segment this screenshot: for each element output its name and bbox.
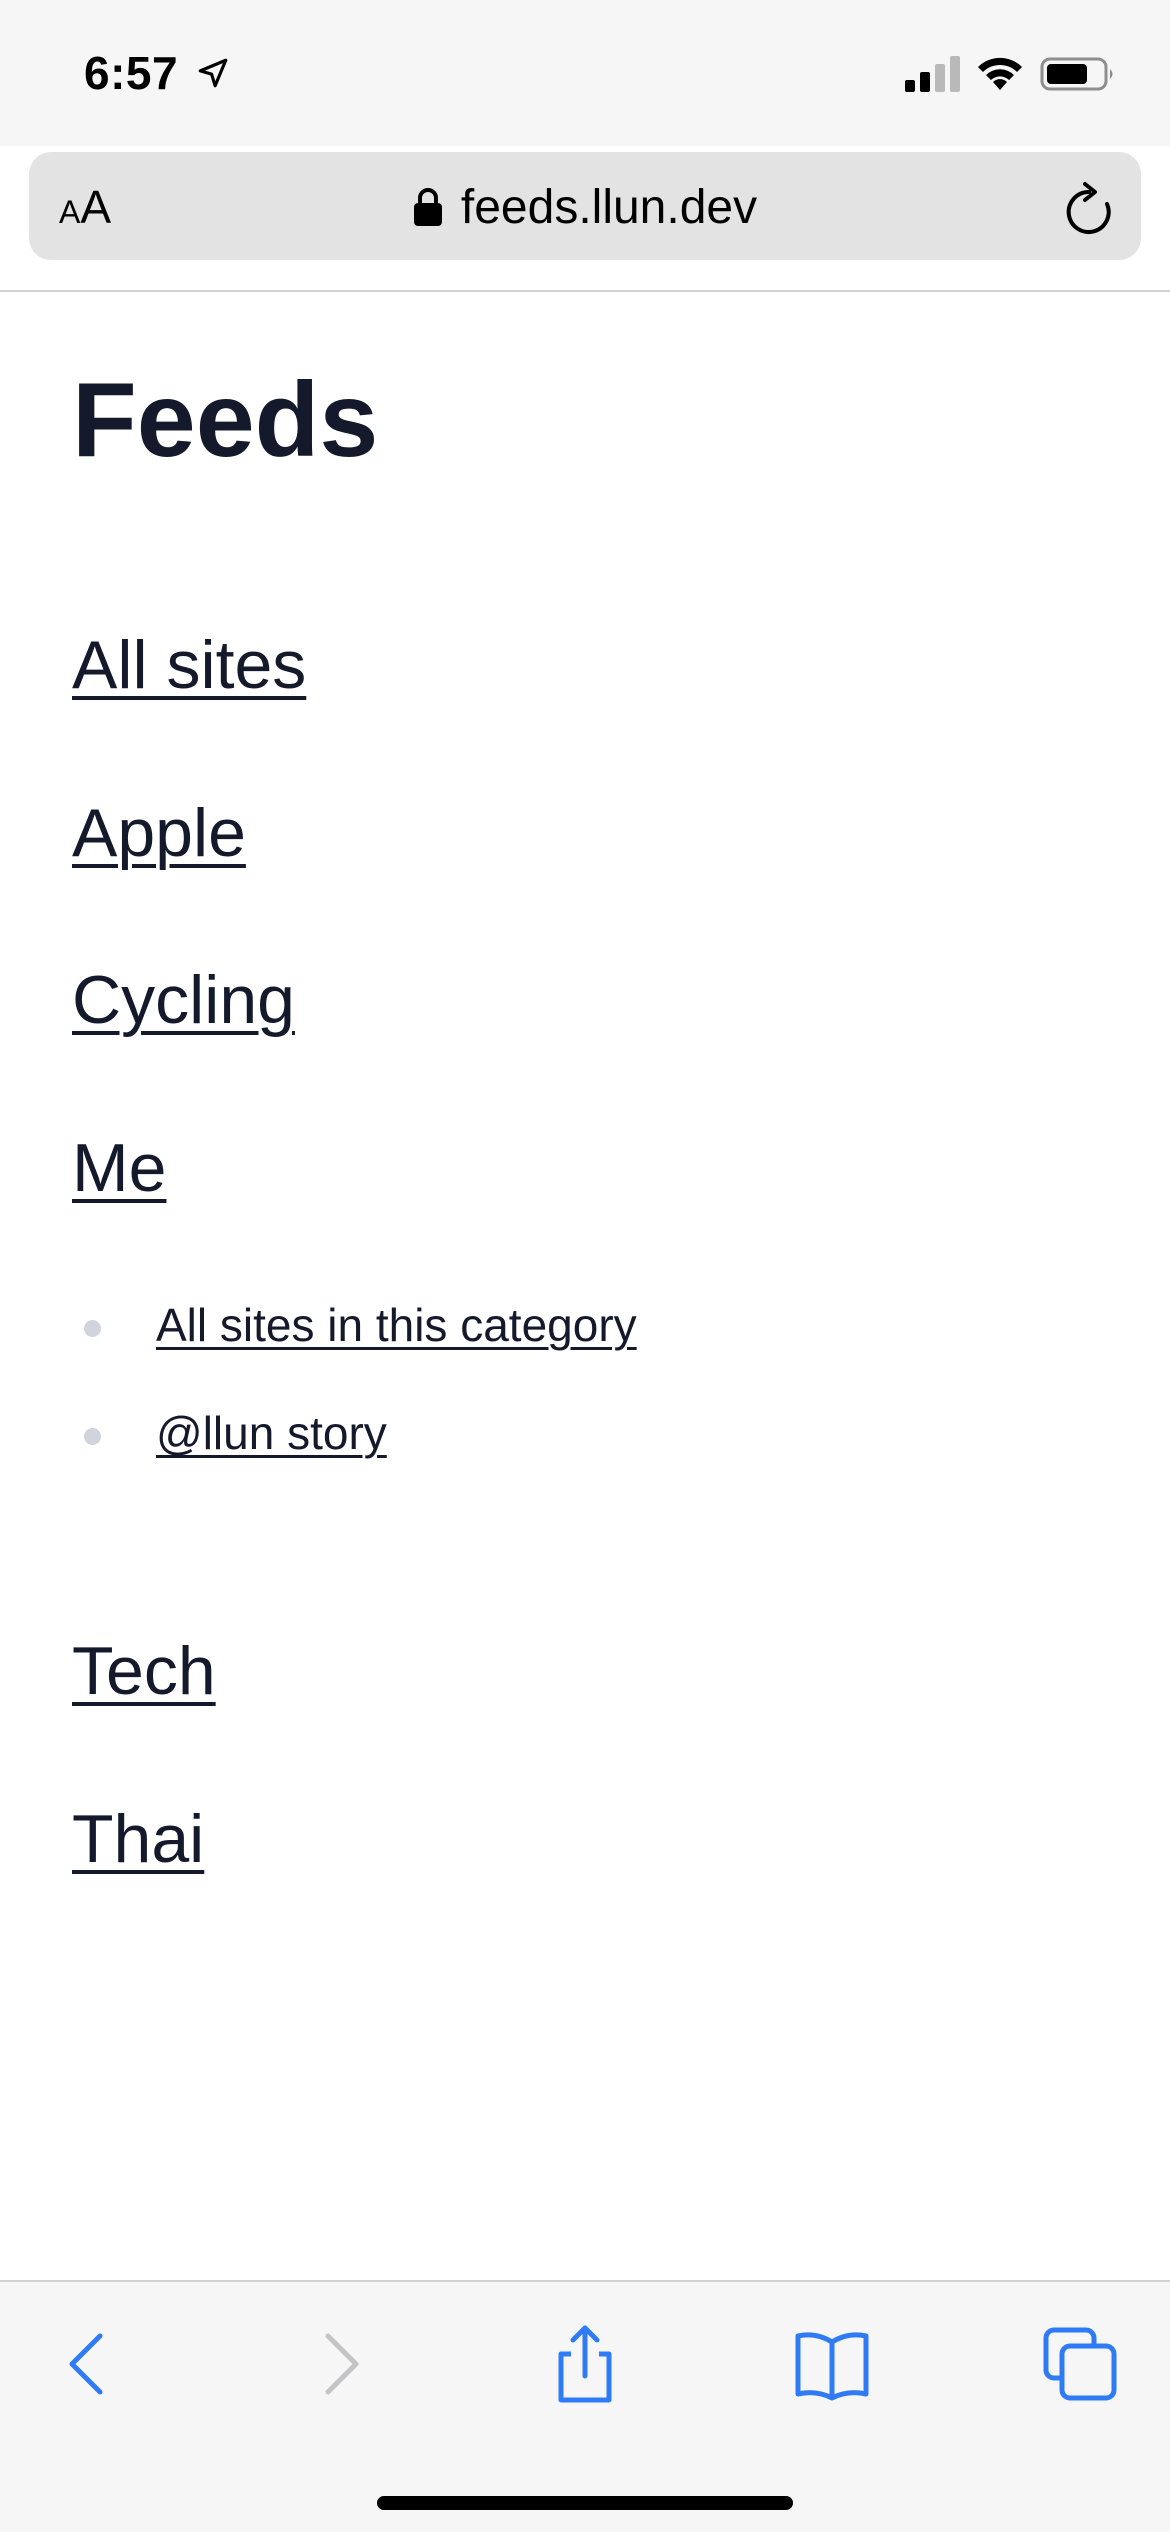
share-icon[interactable] [545, 2324, 625, 2404]
page-title: Feeds [72, 361, 379, 479]
cellular-signal-icon [905, 56, 960, 92]
battery-icon [1040, 57, 1113, 91]
tabs-icon[interactable] [1040, 2324, 1120, 2404]
category-link-me[interactable]: Me [72, 1131, 166, 1206]
address-bar[interactable]: AA feeds.llun.dev [29, 152, 1141, 260]
bullet [84, 1320, 101, 1337]
home-indicator [377, 2496, 793, 2510]
wifi-icon [978, 57, 1022, 90]
bottom-toolbar [0, 2280, 1170, 2532]
forward-icon[interactable] [300, 2324, 380, 2404]
toolbar-divider [0, 290, 1170, 292]
category-link-thai[interactable]: Thai [72, 1802, 204, 1877]
url-display[interactable]: feeds.llun.dev [29, 180, 1141, 236]
status-bar: 6:57 [0, 0, 1170, 146]
back-icon[interactable] [48, 2324, 128, 2404]
category-link-apple[interactable]: Apple [72, 796, 246, 871]
bullet [84, 1428, 101, 1445]
category-link-all-sites[interactable]: All sites [72, 628, 306, 703]
lock-icon [413, 188, 442, 226]
category-link-tech[interactable]: Tech [72, 1634, 216, 1709]
url-text: feeds.llun.dev [460, 181, 758, 234]
bookmarks-icon[interactable] [792, 2324, 872, 2404]
subcategory-link-llun-story[interactable]: @llun story [156, 1406, 387, 1460]
location-arrow-icon [198, 58, 228, 88]
subcategory-link-all-sites-in-category[interactable]: All sites in this category [156, 1298, 637, 1352]
category-link-cycling[interactable]: Cycling [72, 963, 295, 1038]
reload-icon[interactable] [1063, 180, 1115, 236]
status-time: 6:57 [84, 47, 179, 99]
